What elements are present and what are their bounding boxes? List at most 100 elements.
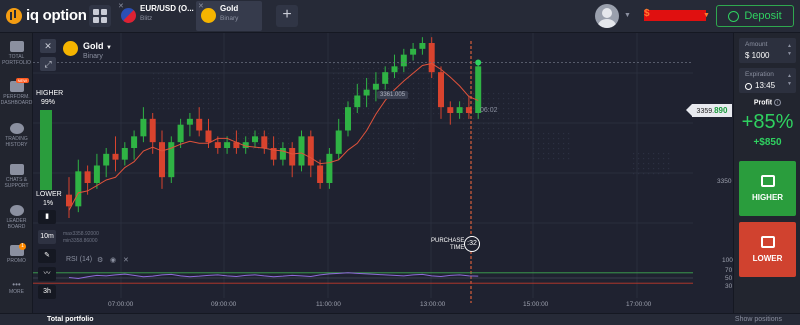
map-dot (273, 133, 275, 135)
map-dot (528, 113, 530, 115)
chevron-down-icon[interactable]: ▼ (106, 45, 112, 51)
stepper-arrows-icon[interactable]: ▲ ▼ (787, 42, 792, 58)
map-dot (188, 108, 190, 110)
map-dot (163, 103, 165, 105)
map-dot (188, 103, 190, 105)
map-dot (213, 98, 215, 100)
sidebar-item-more[interactable]: ••• MORE (0, 281, 33, 296)
map-dot (193, 88, 195, 90)
show-positions-link[interactable]: Show positions (735, 316, 782, 323)
map-dot (333, 68, 335, 70)
map-dot (253, 108, 255, 110)
map-dot (203, 93, 205, 95)
draw-pencil-button[interactable]: ✎ (38, 249, 56, 263)
map-dot (398, 63, 400, 65)
map-dot (413, 148, 415, 150)
candle (363, 89, 370, 96)
sidebar-item-total-portfolio[interactable]: TOTAL PORTFOLIO (0, 41, 33, 66)
expiration-value[interactable]: 13:45 (755, 81, 775, 90)
map-dot (418, 108, 420, 110)
sidebar-item-perform-dashboard[interactable]: NEW PERFORM. DASHBOARD (0, 78, 33, 106)
indicators-button[interactable]: 〰 (38, 267, 56, 281)
map-dot (288, 113, 290, 115)
map-dot (268, 98, 270, 100)
trend-up-icon (760, 175, 775, 187)
amount-field[interactable]: Amount $ 1000 ▲ ▼ (739, 38, 796, 63)
expiration-field[interactable]: Expiration 13:45 ▲ ▼ (739, 68, 796, 93)
map-dot (233, 93, 235, 95)
map-dot (238, 118, 240, 120)
timeframe-button[interactable]: 10m (38, 230, 56, 244)
total-portfolio-label[interactable]: Total portfolio (47, 316, 94, 323)
map-dot (418, 78, 420, 80)
map-dot (343, 88, 345, 90)
map-dot (398, 143, 400, 145)
sidebar-item-promo[interactable]: 1 PROMO (0, 243, 33, 264)
info-icon[interactable]: i (774, 99, 782, 106)
avatar[interactable] (595, 4, 619, 28)
tab-eurusd[interactable]: ✕ EUR/USD (O... Blitz (116, 1, 194, 31)
eye-icon[interactable]: ◉ (110, 256, 116, 264)
map-dot (478, 133, 480, 135)
chevron-down-icon[interactable]: ▼ (624, 12, 631, 19)
add-tab-button[interactable]: + (276, 5, 298, 27)
chart-grid (33, 33, 693, 298)
tab-gold[interactable]: ✕ Gold Binary (196, 1, 262, 31)
map-dot (258, 113, 260, 115)
deposit-button[interactable]: Deposit (716, 5, 794, 27)
map-dot (543, 153, 545, 155)
chart-area[interactable]: ✕ ⤢ Gold ▼ Binary HIGHER 99% LOWER 1% ▮ … (33, 33, 733, 313)
map-dot (183, 88, 185, 90)
map-dot (193, 108, 195, 110)
amount-value[interactable]: $ 1000 (745, 51, 769, 60)
map-dot (253, 98, 255, 100)
close-chart-button[interactable]: ✕ (40, 39, 56, 53)
candle (112, 153, 119, 160)
map-dot (348, 88, 350, 90)
map-dot (413, 68, 415, 70)
sidebar-item-trading-history[interactable]: TRADING HISTORY (0, 123, 33, 148)
map-dot (248, 88, 250, 90)
map-dot (278, 148, 280, 150)
map-dot (258, 108, 260, 110)
logo[interactable]: iq option (6, 7, 87, 24)
map-dot (568, 143, 570, 145)
map-dot (503, 103, 505, 105)
sidebar-item-chats-support[interactable]: CHATS & SUPPORT (0, 164, 33, 189)
higher-button[interactable]: HIGHER (739, 161, 796, 216)
map-dot (258, 103, 260, 105)
map-dot (278, 143, 280, 145)
higher-button-label: HIGHER (751, 193, 784, 202)
sidebar-item-label: TRADING HISTORY (5, 136, 28, 148)
map-dot (638, 163, 640, 165)
map-dot (338, 103, 340, 105)
map-dot (388, 133, 390, 135)
map-dot (543, 158, 545, 160)
price-chart[interactable] (33, 33, 733, 313)
candle (382, 72, 389, 84)
map-dot (368, 148, 370, 150)
map-dot (388, 158, 390, 160)
rsi-axis-tick: 70 (725, 267, 733, 274)
candle (298, 136, 305, 166)
world-map-background (153, 63, 670, 175)
balance-redacted[interactable] (644, 10, 706, 21)
chart-type-button[interactable]: ▮ (38, 210, 56, 224)
chevron-down-icon[interactable]: ▼ (703, 12, 710, 19)
stepper-arrows-icon[interactable]: ▲ ▼ (787, 72, 792, 88)
apps-grid-button[interactable] (89, 5, 111, 27)
sidebar-item-leader-board[interactable]: LEADER BOARD (0, 205, 33, 230)
map-dot (358, 83, 360, 85)
drawing-tool-button[interactable]: ⤢ (40, 57, 56, 71)
map-dot (418, 73, 420, 75)
close-icon[interactable]: ✕ (123, 256, 129, 264)
expiry-button[interactable]: 3h (38, 285, 56, 299)
map-dot (468, 128, 470, 130)
map-dot (273, 103, 275, 105)
lower-button[interactable]: LOWER (739, 222, 796, 277)
map-dot (358, 63, 360, 65)
map-dot (503, 128, 505, 130)
map-dot (158, 108, 160, 110)
map-dot (218, 73, 220, 75)
gear-icon[interactable]: ⚙ (97, 256, 103, 264)
